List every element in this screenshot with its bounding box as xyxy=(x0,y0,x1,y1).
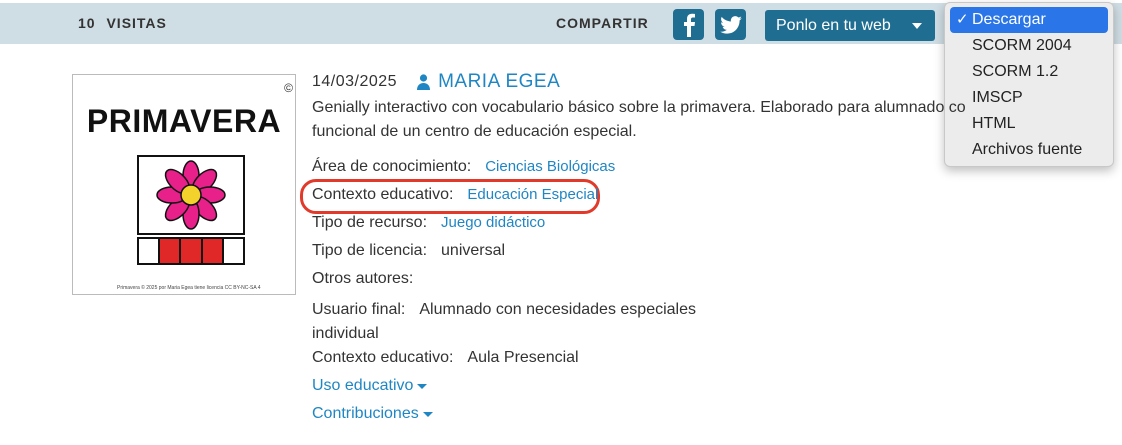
description-line: Genially interactivo con vocabulario bás… xyxy=(312,99,966,116)
field-label: Otros autores: xyxy=(312,270,414,287)
contexto-educativo-link[interactable]: Educación Especial xyxy=(467,186,598,203)
facebook-share-button[interactable] xyxy=(673,9,704,40)
visits-label: VISITAS xyxy=(106,15,167,31)
facebook-icon xyxy=(683,13,695,37)
embed-button[interactable]: Ponlo en tu web xyxy=(765,10,935,41)
field-area-conocimiento: Área de conocimiento: Ciencias Biológicas xyxy=(312,158,615,176)
twitter-share-button[interactable] xyxy=(715,9,746,40)
field-label: Tipo de licencia: xyxy=(312,242,428,259)
uso-educativo-label: Uso educativo xyxy=(312,377,414,394)
author-link[interactable]: MARIA EGEA xyxy=(417,71,560,93)
letter-cell xyxy=(221,237,246,265)
caret-down-icon xyxy=(417,383,428,389)
chevron-down-icon xyxy=(912,23,922,29)
twitter-icon xyxy=(719,15,742,34)
field-label: Contexto educativo: xyxy=(312,186,454,203)
field-label: Área de conocimiento: xyxy=(312,158,472,175)
download-option-scorm-2004[interactable]: SCORM 2004 xyxy=(950,33,1108,59)
field-label: Usuario final: xyxy=(312,301,406,318)
share-label: COMPARTIR xyxy=(556,15,649,31)
thumbnail-title: PRIMAVERA xyxy=(86,103,282,139)
letter-cells xyxy=(137,237,246,265)
resource-thumbnail[interactable]: © PRIMAVERA Primavera © 2025 por Maria E… xyxy=(72,74,296,295)
contexto-educativo-2-value: Aula Presencial xyxy=(467,349,579,366)
caret-down-icon xyxy=(422,411,433,417)
field-contexto-educativo-2: Contexto educativo: Aula Presencial xyxy=(312,349,579,367)
field-contexto-educativo: Contexto educativo: Educación Especial xyxy=(312,186,598,204)
flower-picture-frame xyxy=(137,155,245,235)
tipo-recurso-link[interactable]: Juego didáctico xyxy=(441,214,545,231)
visits-counter: 10 VISITAS xyxy=(78,15,167,31)
letter-cell xyxy=(158,237,182,265)
field-tipo-recurso: Tipo de recurso: Juego didáctico xyxy=(312,214,545,232)
field-tipo-licencia: Tipo de licencia: universal xyxy=(312,242,505,260)
visits-count: 10 xyxy=(78,15,96,31)
option-label: Descargar xyxy=(972,11,1046,28)
resource-description: Genially interactivo con vocabulario bás… xyxy=(312,96,992,144)
usuario-final-value: Alumnado con necesidades especiales xyxy=(419,301,696,318)
field-otros-autores: Otros autores: xyxy=(312,270,413,288)
letter-cell xyxy=(137,237,161,265)
uso-educativo-toggle[interactable]: Uso educativo xyxy=(312,377,428,395)
cc-license-icon: © xyxy=(284,81,293,95)
contribuciones-toggle[interactable]: Contribuciones xyxy=(312,405,433,423)
letter-cell xyxy=(179,237,203,265)
thumbnail-credit: Primavera © 2025 por Maria Egea tiene li… xyxy=(117,285,261,291)
author-name: MARIA EGEA xyxy=(438,71,561,92)
description-line: funcional de un centro de educación espe… xyxy=(312,123,637,140)
letter-cell xyxy=(200,237,224,265)
resource-header: 14/03/2025 MARIA EGEA xyxy=(312,70,952,94)
field-label: Contexto educativo: xyxy=(312,349,454,366)
embed-button-label: Ponlo en tu web xyxy=(776,17,891,34)
area-conocimiento-link[interactable]: Ciencias Biológicas xyxy=(485,158,615,175)
user-icon xyxy=(417,74,431,90)
download-option-scorm-12[interactable]: SCORM 1.2 xyxy=(950,59,1108,85)
field-usuario-final: Usuario final: Alumnado con necesidades e… xyxy=(312,298,696,346)
usuario-final-value-2: individual xyxy=(312,325,379,342)
field-label: Tipo de recurso: xyxy=(312,214,428,231)
download-option-descargar[interactable]: ✓ Descargar xyxy=(950,7,1108,33)
publish-date: 14/03/2025 xyxy=(312,73,398,90)
checkmark-icon: ✓ xyxy=(956,11,969,28)
contribuciones-label: Contribuciones xyxy=(312,405,419,422)
licencia-value: universal xyxy=(441,242,506,259)
flower-icon xyxy=(156,160,226,230)
